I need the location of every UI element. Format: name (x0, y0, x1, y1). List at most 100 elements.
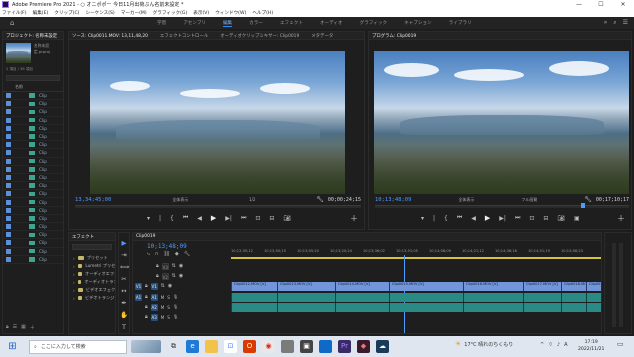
source-add-button[interactable]: ＋ (350, 213, 358, 224)
timeline-timecode[interactable]: 10;13;48;09 (147, 243, 187, 250)
source-play-button[interactable]: ▶ (211, 214, 216, 222)
expand-arrow-icon[interactable]: › (73, 288, 75, 293)
step-forward-frame-icon[interactable]: ▶| (225, 215, 232, 222)
source-fit-dropdown[interactable]: 全体表示 (172, 197, 188, 203)
expand-arrow-icon[interactable]: › (73, 272, 75, 277)
project-list-item[interactable]: Clip (3, 108, 63, 117)
voiceover-mic-icon[interactable]: 🎙︎ (173, 314, 178, 320)
menu-clip[interactable]: クリップ(C) (54, 10, 79, 16)
track-label-a1[interactable]: A1 (150, 293, 158, 301)
program-playhead[interactable] (581, 203, 585, 208)
store-icon[interactable]: ⊡ (224, 340, 237, 353)
home-icon[interactable]: ⌂ (10, 19, 17, 27)
weather-widget[interactable]: ☀ 17°C 晴れのちくもり (455, 340, 513, 348)
project-list-item[interactable]: Clip (3, 125, 63, 133)
program-add-button[interactable]: ＋ (617, 213, 625, 224)
compare-view-icon[interactable]: ▣ (574, 215, 580, 222)
extract-icon[interactable]: ⊟ (543, 215, 548, 222)
search-icon[interactable]: ⌕ (613, 19, 616, 27)
menu-help[interactable]: ヘルプ(H) (252, 10, 273, 16)
source-timecode[interactable]: 13,34;45;00 (75, 197, 111, 203)
audio-clip[interactable] (586, 303, 601, 312)
hand-tool-icon[interactable]: ✋ (120, 311, 128, 319)
menu-marker[interactable]: マーカー(M) (121, 10, 147, 16)
tab-effects[interactable]: エフェクト (72, 234, 94, 240)
program-fit-dropdown[interactable]: 全体表示 (458, 197, 474, 203)
chrome-like-icon[interactable]: ◉ (262, 340, 275, 353)
mute-button[interactable]: M (161, 295, 165, 300)
video-clip[interactable]: Clip0015.MOV [V] (389, 282, 463, 291)
timeline-track-area[interactable]: Clip0012.MOV [V] Clip0013.MOV [V] Clip0014… (231, 261, 601, 331)
task-view-icon[interactable]: ⧉ (167, 340, 180, 353)
menu-sequence[interactable]: シーケンス(S) (85, 10, 114, 16)
tab-source[interactable]: ソース: Clip0011.MOV: 13,11,48,20 (72, 33, 148, 39)
edge-icon[interactable]: e (186, 340, 199, 353)
project-list-item[interactable]: Clip (3, 100, 63, 109)
add-marker-icon[interactable]: ◆ (175, 251, 179, 257)
tab-metadata[interactable]: メタデータ (311, 33, 333, 39)
type-tool-icon[interactable]: T (120, 323, 128, 331)
expand-arrow-icon[interactable]: › (73, 296, 75, 301)
program-timecode[interactable]: 10;13;48;09 (375, 197, 411, 203)
program-mark-out-icon[interactable]: | (433, 215, 435, 222)
windows-start-icon[interactable]: ⊞ (6, 340, 19, 353)
audio-clip[interactable] (463, 303, 523, 312)
app-icon-4[interactable]: ◆ (357, 340, 370, 353)
timeline-settings-icon[interactable]: 🔧︎ (184, 251, 190, 257)
project-name-column-header[interactable]: 名前 (3, 83, 63, 92)
program-mark-in-icon[interactable]: ▾ (421, 215, 424, 222)
app-icon-3[interactable] (319, 340, 332, 353)
tab-audio-clip-mixer[interactable]: オーディオクリップミキサー: Clip0019 (220, 33, 299, 39)
lock-track-icon[interactable]: 🔒︎ (156, 263, 159, 269)
more-workspaces-icon[interactable]: » (604, 19, 608, 27)
app-icon-1[interactable] (281, 340, 294, 353)
effects-search-input[interactable] (72, 244, 112, 250)
video-clip[interactable]: Clip0016.MOV [V] (463, 282, 523, 291)
wrench-icon[interactable]: 🔧︎ (316, 196, 324, 203)
volume-icon[interactable]: ♪ (557, 342, 560, 348)
project-list-item[interactable]: Clip (3, 215, 63, 223)
expand-arrow-icon[interactable]: › (73, 264, 75, 269)
insert-icon[interactable]: ⊡ (255, 215, 260, 222)
toggle-sync-icon[interactable]: ⇅ (161, 283, 165, 289)
program-step-back-frame-icon[interactable]: ◀ (471, 215, 476, 222)
voiceover-mic-icon[interactable]: 🎙︎ (173, 304, 178, 310)
menu-file[interactable]: ファイル(F) (2, 10, 27, 16)
audio-clip[interactable] (389, 303, 463, 312)
work-area-bar[interactable] (231, 257, 601, 259)
project-list-item[interactable]: Clip (3, 149, 63, 158)
workspace-tab-learning[interactable]: 学習 (157, 20, 166, 26)
ripple-edit-tool-icon[interactable]: ⟺ (120, 263, 129, 271)
audio-clip[interactable] (463, 293, 523, 302)
workspace-tab-assembly[interactable]: アセンブリ (183, 20, 206, 26)
audio-clip[interactable] (231, 293, 277, 302)
eye-icon[interactable]: ◉ (179, 273, 183, 279)
pen-tool-icon[interactable]: ✒ (120, 299, 128, 307)
lock-track-icon[interactable]: 🔒︎ (145, 283, 148, 289)
lift-icon[interactable]: ⊡ (529, 215, 534, 222)
toggle-sync-icon[interactable]: ⇅ (172, 273, 176, 279)
program-step-back-icon[interactable]: ⏮ (457, 214, 462, 222)
tab-timeline-sequence[interactable]: Clip0019 (136, 234, 155, 239)
project-list-item[interactable]: Clip (3, 166, 63, 174)
video-clip[interactable]: Clip0018.MOV [V] (561, 282, 586, 291)
effects-folder-item[interactable]: › ビデオトランジション (69, 294, 115, 302)
lock-track-icon[interactable]: 🔒︎ (145, 304, 148, 310)
workspace-tab-graphics[interactable]: グラフィック (360, 20, 387, 26)
track-label-v2[interactable]: V2 (161, 272, 169, 280)
linked-selection-icon[interactable]: ⛓︎ (163, 251, 169, 257)
maximize-button[interactable]: ☐ (590, 0, 612, 9)
export-frame-icon[interactable]: 📷︎ (283, 215, 291, 222)
program-go-to-out-icon[interactable]: ⏭ (515, 214, 520, 222)
go-to-in-icon[interactable]: { (170, 215, 174, 222)
audio-clip[interactable] (231, 303, 277, 312)
project-list-item[interactable]: Clip (3, 141, 63, 150)
effects-folder-item[interactable]: › オーディオエフェクト (69, 270, 115, 278)
taskbar-clock[interactable]: 17:19 2022/11/21 (578, 339, 604, 353)
solo-button[interactable]: S (167, 315, 170, 320)
project-list-item[interactable]: Clip (3, 190, 63, 199)
tab-effect-controls[interactable]: エフェクトコントロール (160, 33, 208, 39)
network-icon[interactable]: ⌔ (548, 342, 553, 348)
video-clip[interactable]: Clip0017.MOV [V] (523, 282, 561, 291)
eye-icon[interactable]: ◉ (168, 283, 172, 289)
